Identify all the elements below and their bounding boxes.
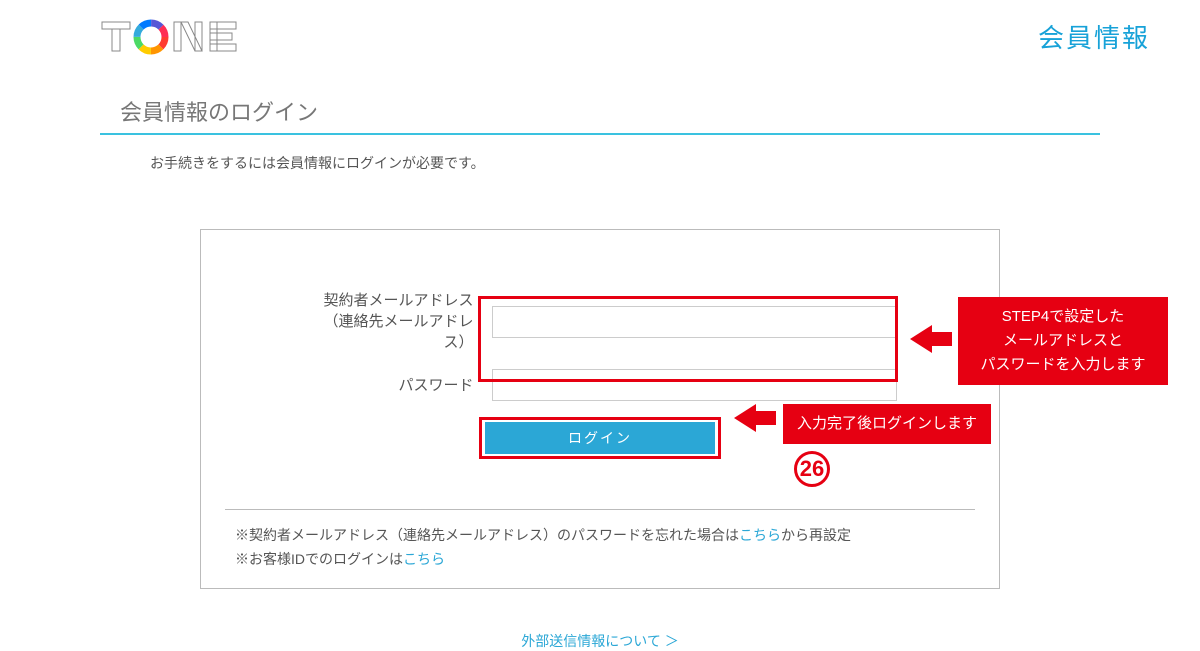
email-row: 契約者メールアドレス （連絡先メールアドレス） <box>225 290 975 353</box>
login-form-box: 契約者メールアドレス （連絡先メールアドレス） パスワード ログイン ※契約者メ… <box>200 229 1000 589</box>
note-line-2: ※お客様IDでのログインはこちら <box>235 548 965 572</box>
password-row: パスワード <box>225 369 975 401</box>
password-label: パスワード <box>304 375 474 396</box>
login-button[interactable]: ログイン <box>485 422 715 454</box>
tone-logo-svg <box>100 19 250 55</box>
header: 会員情報 <box>0 0 1200 65</box>
bottom-link-wrap: 外部送信情報について ＞ <box>0 631 1200 651</box>
email-input-wrap <box>492 306 897 338</box>
title-underline <box>100 133 1100 135</box>
login-button-row: ログイン <box>225 417 975 459</box>
note-line-1: ※契約者メールアドレス（連絡先メールアドレス）のパスワードを忘れた場合はこちらか… <box>235 524 965 548</box>
inputs-annot-line2: メールアドレスと <box>1003 332 1123 349</box>
note1-suffix: から再設定 <box>781 527 851 543</box>
customer-id-login-link[interactable]: こちら <box>403 551 445 567</box>
form-notes: ※契約者メールアドレス（連絡先メールアドレス）のパスワードを忘れた場合はこちらか… <box>225 509 975 588</box>
forgot-password-link[interactable]: こちら <box>739 527 781 543</box>
note2-prefix: ※お客様IDでのログインは <box>235 551 403 567</box>
page-title: 会員情報のログイン <box>120 95 1080 127</box>
inputs-annot-line3: パスワードを入力します <box>980 356 1145 373</box>
login-instruction: お手続きをするには会員情報にログインが必要です。 <box>150 153 1060 173</box>
email-input[interactable] <box>492 306 897 338</box>
email-label-line1: 契約者メールアドレス <box>323 292 473 309</box>
password-input[interactable] <box>492 369 897 401</box>
email-label: 契約者メールアドレス （連絡先メールアドレス） <box>304 290 474 353</box>
inputs-annot-line1: STEP4で設定した <box>1002 308 1125 325</box>
logo <box>100 19 250 55</box>
external-info-link[interactable]: 外部送信情報について ＞ <box>521 633 678 649</box>
password-input-wrap <box>492 369 897 401</box>
email-label-line2: （連絡先メールアドレス） <box>323 313 473 351</box>
header-member-info: 会員情報 <box>1038 18 1150 55</box>
login-button-highlight: ログイン <box>479 417 721 459</box>
note1-prefix: ※契約者メールアドレス（連絡先メールアドレス）のパスワードを忘れた場合は <box>235 527 739 543</box>
